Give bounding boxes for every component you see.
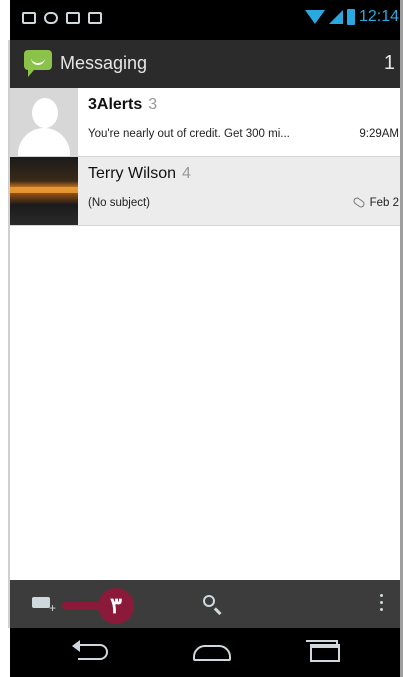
contact-name: Terry Wilson (88, 165, 177, 182)
navigation-bar (10, 628, 403, 677)
app-notification-icon (66, 12, 80, 24)
message-count: 3 (148, 96, 158, 113)
message-snippet: You're nearly out of credit. Get 300 mi.… (88, 128, 290, 140)
recent-apps-icon[interactable] (306, 640, 340, 662)
phone-screen: 12:14 Messaging 1 3Alerts 3 You're nearly… (10, 0, 403, 677)
unread-count: 1 (383, 52, 395, 74)
compose-message-icon[interactable] (32, 597, 56, 615)
download-notification-icon (88, 12, 102, 24)
attachment-icon (351, 196, 366, 210)
contact-name: 3Alerts (88, 96, 143, 113)
contact-photo-avatar[interactable] (10, 157, 78, 225)
wifi-icon (304, 10, 325, 24)
home-icon[interactable] (193, 645, 231, 661)
message-time: Feb 2 (369, 197, 399, 209)
messaging-app-icon[interactable] (24, 50, 52, 77)
app-title: Messaging (60, 53, 148, 73)
clock: 12:14 (358, 8, 399, 25)
default-contact-avatar[interactable] (10, 88, 78, 156)
system-status: 12:14 (304, 8, 399, 26)
back-icon[interactable] (72, 640, 108, 660)
overflow-menu-icon[interactable] (380, 594, 383, 597)
search-icon[interactable] (203, 595, 215, 607)
message-count: 4 (182, 165, 191, 182)
action-bar: Messaging 1 (10, 40, 403, 88)
contact-name-block: 3Alerts 3 (88, 96, 157, 114)
signal-icon (328, 10, 343, 24)
contact-name-block: Terry Wilson 4 (88, 165, 191, 183)
message-snippet: (No subject) (88, 197, 150, 209)
annotation-badge: ٣ (98, 588, 134, 624)
conversation-list: 3Alerts 3 You're nearly out of credit. Ge… (10, 88, 403, 226)
status-bar: 12:14 (10, 0, 403, 40)
android-notification-icon (44, 12, 58, 24)
message-time-block: Feb 2 (351, 196, 399, 210)
email-notification-icon (22, 12, 36, 24)
notification-icons (22, 12, 102, 24)
battery-icon (346, 9, 355, 25)
conversation-row[interactable]: Terry Wilson 4 (No subject) Feb 2 (10, 157, 403, 226)
conversation-row[interactable]: 3Alerts 3 You're nearly out of credit. Ge… (10, 88, 403, 157)
bottom-action-bar: ٣ (10, 580, 403, 628)
message-time: 9:29AM (359, 128, 399, 140)
annotation-pointer (62, 602, 100, 610)
